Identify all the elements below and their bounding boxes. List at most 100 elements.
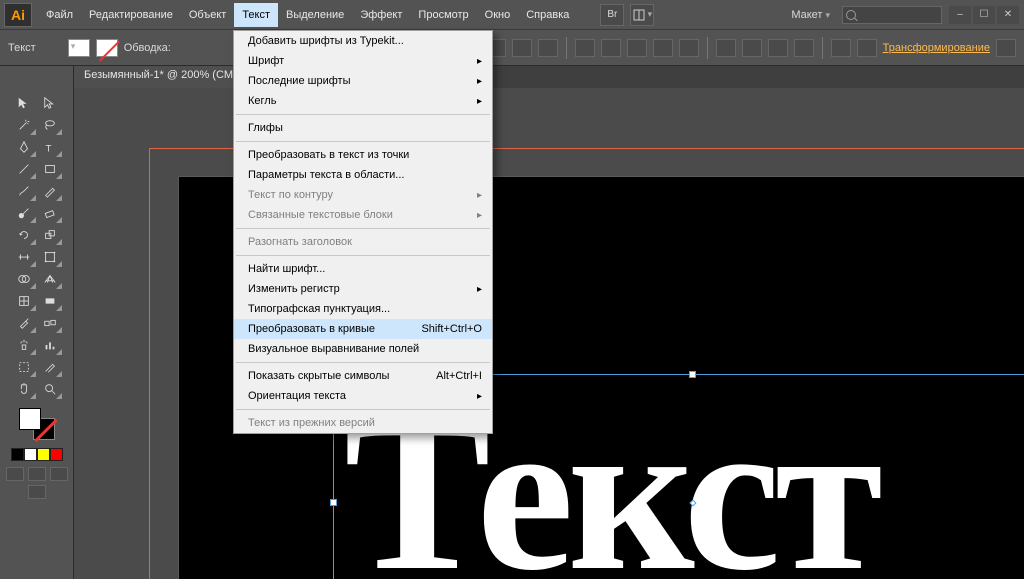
search-input[interactable]: [842, 6, 942, 24]
rotate-tool[interactable]: [11, 224, 37, 246]
foreground-swatch[interactable]: [19, 408, 41, 430]
menu-effect[interactable]: Эффект: [352, 3, 410, 27]
menu-item[interactable]: Преобразовать в текст из точки: [234, 145, 492, 165]
screen-mode-icon[interactable]: [28, 485, 46, 499]
bridge-button[interactable]: Br: [600, 4, 624, 26]
menu-item[interactable]: Шрифт: [234, 51, 492, 71]
divider: [822, 37, 823, 59]
selection-tool[interactable]: [11, 92, 37, 114]
window-minimize-button[interactable]: –: [949, 6, 971, 24]
perspective-grid-tool[interactable]: [37, 268, 63, 290]
free-transform-tool[interactable]: [37, 246, 63, 268]
tool-name-label: Текст: [8, 42, 36, 54]
divider: [566, 37, 567, 59]
fill-stroke-proxy[interactable]: [17, 406, 57, 442]
menu-item[interactable]: Последние шрифты: [234, 71, 492, 91]
rectangle-tool[interactable]: [37, 158, 63, 180]
color-chip[interactable]: [24, 448, 37, 461]
menu-item-label: Типографская пунктуация...: [248, 303, 390, 315]
opt-icon[interactable]: [742, 39, 762, 57]
menu-type[interactable]: Текст: [234, 3, 278, 27]
resize-handle[interactable]: [689, 371, 696, 378]
window-maximize-button[interactable]: ☐: [973, 6, 995, 24]
direct-selection-tool[interactable]: [37, 92, 63, 114]
eraser-tool[interactable]: [37, 202, 63, 224]
line-tool[interactable]: [11, 158, 37, 180]
menu-item[interactable]: Ориентация текста: [234, 386, 492, 406]
scale-tool[interactable]: [37, 224, 63, 246]
menu-item[interactable]: Добавить шрифты из Typekit...: [234, 31, 492, 51]
column-graph-tool[interactable]: [37, 334, 63, 356]
blob-brush-tool[interactable]: [11, 202, 37, 224]
app-logo: Ai: [4, 3, 32, 27]
slice-tool[interactable]: [37, 356, 63, 378]
align-center-icon[interactable]: [512, 39, 532, 57]
draw-normal-icon[interactable]: [6, 467, 24, 481]
opt-icon[interactable]: [653, 39, 673, 57]
submenu-arrow-icon: [477, 55, 482, 67]
draw-behind-icon[interactable]: [28, 467, 46, 481]
menu-item-label: Глифы: [248, 122, 283, 134]
resize-handle[interactable]: [330, 499, 337, 506]
menu-object[interactable]: Объект: [181, 3, 234, 27]
opt-icon[interactable]: [857, 39, 877, 57]
menu-item[interactable]: Показать скрытые символыAlt+Ctrl+I: [234, 366, 492, 386]
menu-item[interactable]: Преобразовать в кривыеShift+Ctrl+O: [234, 319, 492, 339]
window-close-button[interactable]: ✕: [997, 6, 1019, 24]
width-tool[interactable]: [11, 246, 37, 268]
opt-icon[interactable]: [601, 39, 621, 57]
opt-icon[interactable]: [996, 39, 1016, 57]
lasso-tool[interactable]: [37, 114, 63, 136]
color-chip[interactable]: [11, 448, 24, 461]
opt-icon[interactable]: [716, 39, 736, 57]
type-tool[interactable]: T: [37, 136, 63, 158]
toolbox: T: [0, 88, 74, 579]
menu-item-label: Визуальное выравнивание полей: [248, 343, 419, 355]
menu-file[interactable]: Файл: [38, 3, 81, 27]
eyedropper-tool[interactable]: [11, 312, 37, 334]
color-chip[interactable]: [50, 448, 63, 461]
canvas[interactable]: Текст: [74, 88, 1024, 579]
menu-help[interactable]: Справка: [518, 3, 577, 27]
opt-icon[interactable]: [794, 39, 814, 57]
symbol-sprayer-tool[interactable]: [11, 334, 37, 356]
arrange-docs-button[interactable]: [630, 4, 654, 26]
blend-tool[interactable]: [37, 312, 63, 334]
color-chip[interactable]: [37, 448, 50, 461]
menu-view[interactable]: Просмотр: [410, 3, 476, 27]
menu-item[interactable]: Кегль: [234, 91, 492, 111]
stroke-swatch[interactable]: [96, 39, 118, 57]
menu-item[interactable]: Параметры текста в области...: [234, 165, 492, 185]
menu-item[interactable]: Найти шрифт...: [234, 259, 492, 279]
menu-item[interactable]: Типографская пунктуация...: [234, 299, 492, 319]
menu-item-label: Изменить регистр: [248, 283, 340, 295]
opt-icon[interactable]: [575, 39, 595, 57]
menu-window[interactable]: Окно: [477, 3, 519, 27]
fill-swatch[interactable]: [68, 39, 90, 57]
transform-link[interactable]: Трансформирование: [883, 42, 990, 54]
opt-icon[interactable]: [679, 39, 699, 57]
hand-tool[interactable]: [11, 378, 37, 400]
magic-wand-tool[interactable]: [11, 114, 37, 136]
menu-select[interactable]: Выделение: [278, 3, 352, 27]
menu-edit[interactable]: Редактирование: [81, 3, 181, 27]
menu-item[interactable]: Визуальное выравнивание полей: [234, 339, 492, 359]
paintbrush-tool[interactable]: [11, 180, 37, 202]
menu-item-shortcut: Alt+Ctrl+I: [436, 370, 482, 382]
workspace-switcher[interactable]: Макет: [785, 9, 836, 21]
align-right-icon[interactable]: [538, 39, 558, 57]
mesh-tool[interactable]: [11, 290, 37, 312]
zoom-tool[interactable]: [37, 378, 63, 400]
opt-icon[interactable]: [831, 39, 851, 57]
opt-icon[interactable]: [627, 39, 647, 57]
pen-tool[interactable]: [11, 136, 37, 158]
opt-icon[interactable]: [768, 39, 788, 57]
gradient-tool[interactable]: [37, 290, 63, 312]
menu-item[interactable]: Глифы: [234, 118, 492, 138]
draw-inside-icon[interactable]: [50, 467, 68, 481]
pencil-tool[interactable]: [37, 180, 63, 202]
menu-item[interactable]: Изменить регистр: [234, 279, 492, 299]
artboard-tool[interactable]: [11, 356, 37, 378]
menu-item-shortcut: Shift+Ctrl+O: [421, 323, 482, 335]
shape-builder-tool[interactable]: [11, 268, 37, 290]
